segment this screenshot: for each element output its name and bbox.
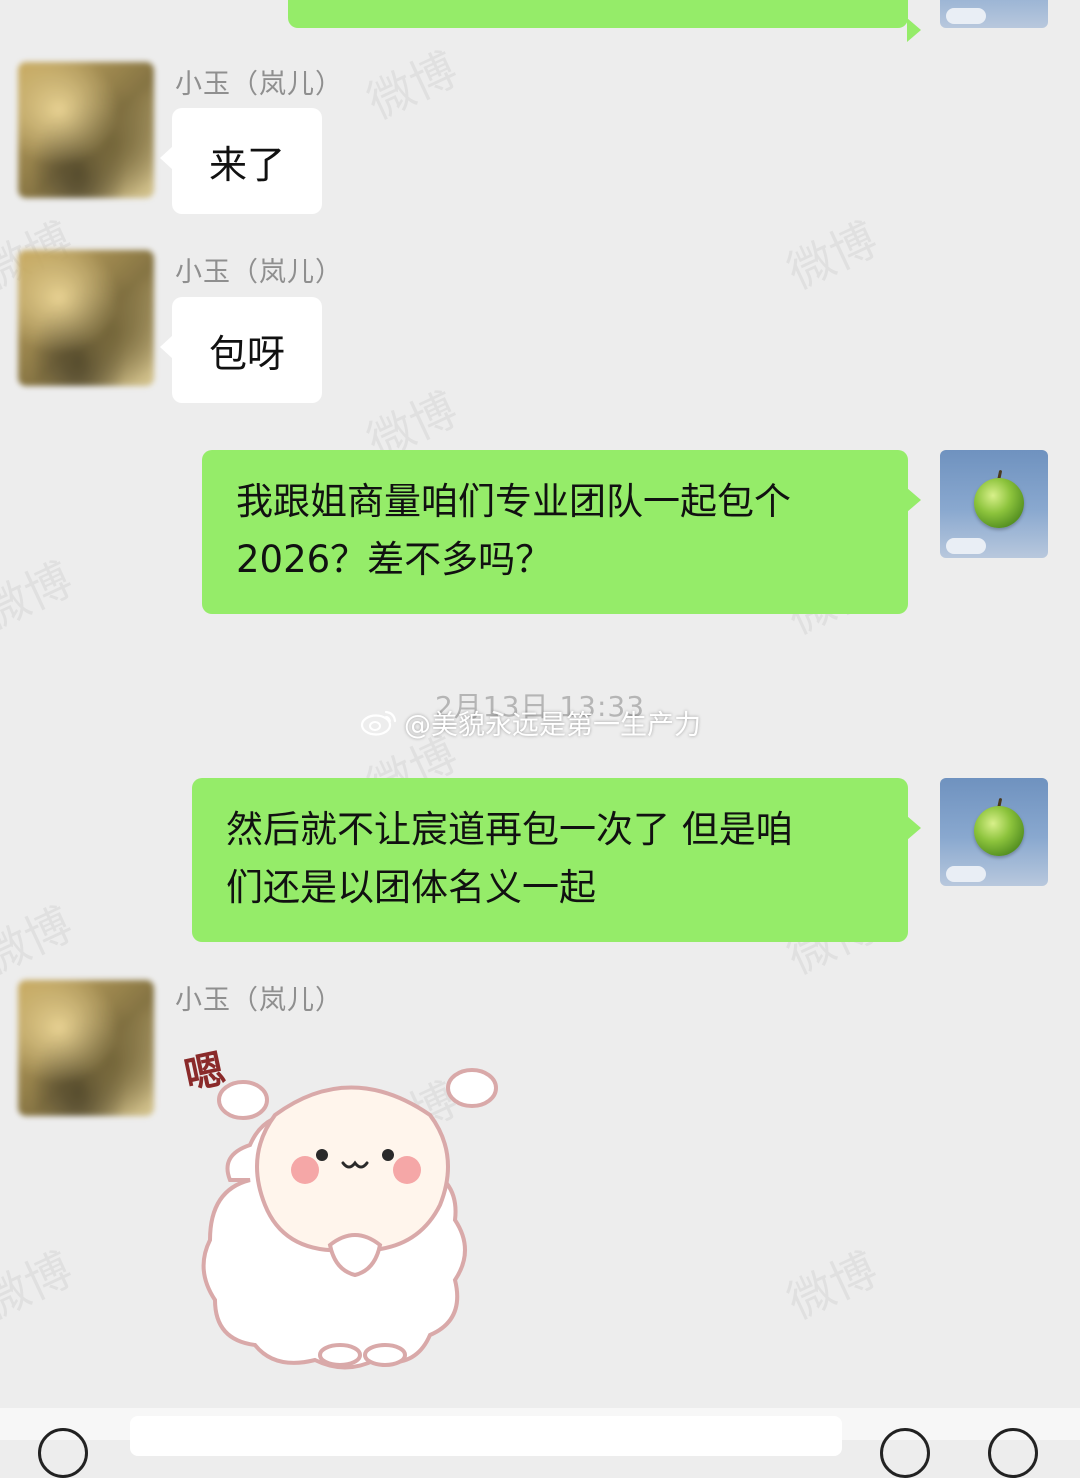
my-avatar[interactable] <box>940 450 1048 558</box>
my-avatar[interactable] <box>940 778 1048 886</box>
sender-name: 小玉（岚儿） <box>175 257 343 288</box>
contact-avatar[interactable] <box>18 980 154 1116</box>
message-bubble-incoming[interactable]: 包呀 <box>160 297 322 403</box>
message-line: 们还是以团体名义一起 <box>226 866 596 909</box>
message-line: 我跟姐商量咱们专业团队一起包个 <box>236 480 791 523</box>
plus-icon[interactable] <box>988 1428 1038 1478</box>
green-apple-icon <box>974 478 1024 528</box>
watermark: 微博 <box>0 551 81 640</box>
cloud-shape <box>946 866 986 882</box>
cloud-shape <box>946 538 986 554</box>
watermark: 微博 <box>0 896 81 985</box>
message-bubble-outgoing[interactable]: 然后就不让宸道再包一次了 但是咱 们还是以团体名义一起 <box>192 778 921 942</box>
message-bubble-incoming[interactable]: 来了 <box>160 108 322 214</box>
my-avatar[interactable] <box>940 0 1048 28</box>
watermark: 微博 <box>779 211 886 300</box>
message-bubble-outgoing-partial[interactable] <box>288 0 921 42</box>
watermark: 微博 <box>779 1241 886 1330</box>
contact-avatar[interactable] <box>18 250 154 386</box>
watermark: 微博 <box>0 1241 81 1330</box>
message-line: 2026？差不多吗？ <box>236 538 553 581</box>
contact-avatar[interactable] <box>18 62 154 198</box>
green-apple-icon <box>974 806 1024 856</box>
emoji-icon[interactable] <box>880 1428 930 1478</box>
message-line: 然后就不让宸道再包一次了 但是咱 <box>226 808 793 851</box>
message-bubble-outgoing[interactable]: 我跟姐商量咱们专业团队一起包个 2026？差不多吗？ <box>202 450 921 614</box>
message-input[interactable] <box>130 1416 842 1456</box>
weibo-credit-overlay: @美貌永远是第一生产力 <box>360 702 701 742</box>
voice-icon[interactable] <box>38 1428 88 1478</box>
weibo-logo-icon <box>360 710 397 736</box>
sheep-sticker[interactable] <box>180 1030 520 1375</box>
sender-name: 小玉（岚儿） <box>175 985 343 1016</box>
sender-name: 小玉（岚儿） <box>175 69 343 100</box>
watermark: 微博 <box>359 41 466 130</box>
cloud-shape <box>946 8 986 24</box>
credit-text: @美貌永远是第一生产力 <box>404 709 701 741</box>
